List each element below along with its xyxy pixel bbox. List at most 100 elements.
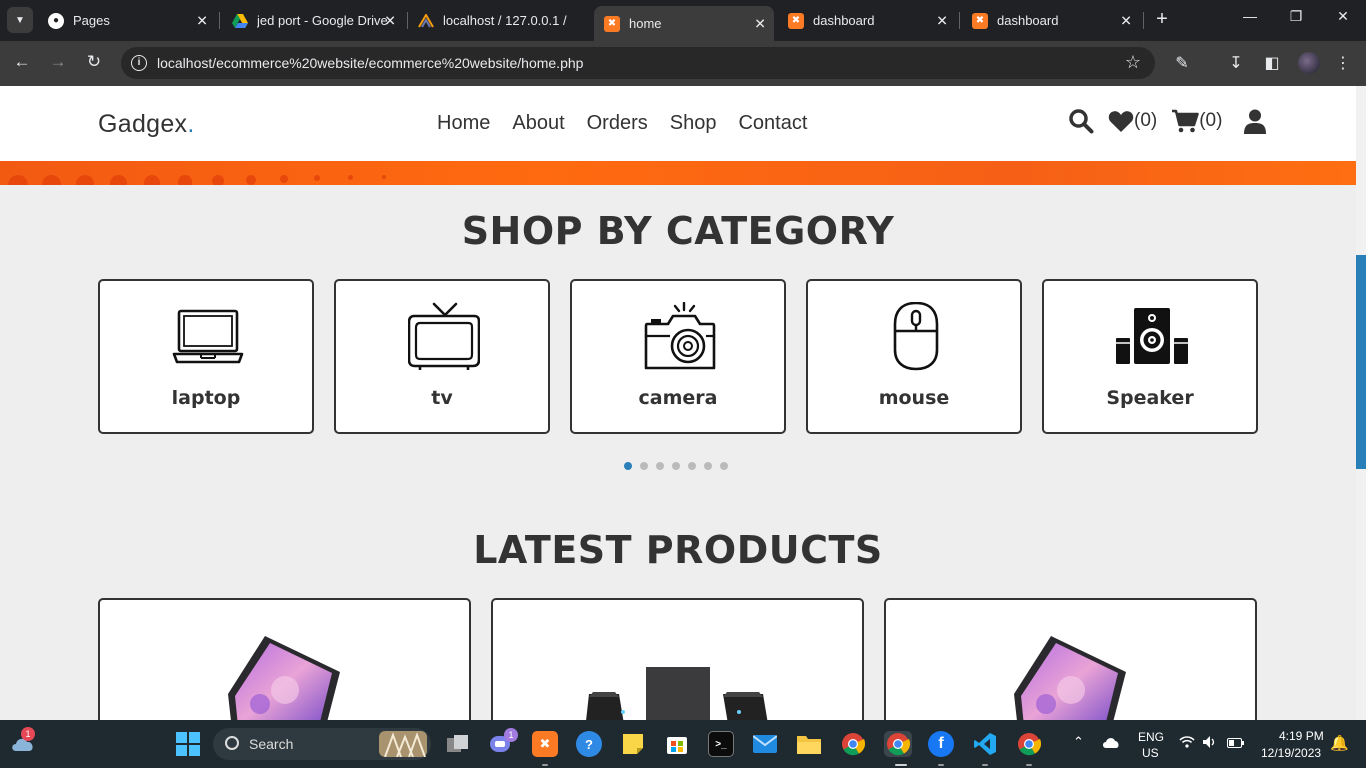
- close-icon[interactable]: ✕: [754, 15, 766, 32]
- tab-home[interactable]: ✖ home ✕: [594, 6, 774, 41]
- region-indicator[interactable]: US: [1142, 746, 1159, 760]
- category-card-mouse[interactable]: mouse: [806, 279, 1022, 434]
- reload-button[interactable]: ↻: [83, 52, 105, 72]
- nav-about[interactable]: About: [512, 112, 564, 135]
- forward-button[interactable]: →: [47, 52, 69, 72]
- site-logo[interactable]: Gadgex.: [98, 110, 195, 139]
- microsoft-store-icon[interactable]: [664, 731, 690, 757]
- wishlist-count: (0): [1134, 110, 1158, 131]
- tab-pages[interactable]: ● Pages ✕: [38, 6, 216, 35]
- category-section-title: SHOP BY CATEGORY: [461, 209, 895, 253]
- site-header: Gadgex. Home About Orders Shop Contact (…: [0, 86, 1356, 161]
- wifi-icon[interactable]: [1179, 736, 1195, 751]
- sticky-notes-icon[interactable]: [620, 731, 646, 757]
- mouse-icon: [893, 302, 939, 371]
- tab-dashboard[interactable]: ✖ dashboard ✕: [778, 6, 956, 35]
- extensions-icon[interactable]: ✎: [1172, 53, 1192, 73]
- nav-shop[interactable]: Shop: [670, 112, 717, 135]
- profile-avatar[interactable]: [1298, 52, 1320, 74]
- running-indicator: [1026, 764, 1032, 766]
- chevron-up-icon[interactable]: ⌃: [1073, 734, 1084, 750]
- phpmyadmin-icon: [418, 13, 434, 29]
- close-icon[interactable]: ✕: [936, 12, 948, 29]
- volume-icon[interactable]: [1202, 735, 1216, 752]
- category-card-laptop[interactable]: laptop: [98, 279, 314, 434]
- chrome-icon[interactable]: [840, 731, 866, 757]
- chrome-canary-icon[interactable]: [1016, 731, 1042, 757]
- category-card-speaker[interactable]: Speaker: [1042, 279, 1258, 434]
- nav-orders[interactable]: Orders: [587, 112, 648, 135]
- start-button[interactable]: [175, 731, 201, 757]
- tab-dashboard-2[interactable]: ✖ dashboard ✕: [962, 6, 1140, 35]
- slider-dot[interactable]: [704, 462, 712, 470]
- page-scrollbar[interactable]: [1356, 86, 1366, 720]
- category-name: tv: [431, 387, 453, 409]
- close-window-button[interactable]: ✕: [1333, 8, 1353, 25]
- chrome-profile-icon[interactable]: [884, 731, 912, 757]
- restore-button[interactable]: ❐: [1286, 8, 1306, 25]
- nav-home[interactable]: Home: [437, 112, 490, 135]
- facebook-icon[interactable]: f: [928, 731, 954, 757]
- user-icon[interactable]: [1244, 109, 1267, 134]
- download-icon[interactable]: ↧: [1226, 53, 1246, 73]
- category-card-camera[interactable]: camera: [570, 279, 786, 434]
- github-icon: ●: [48, 12, 64, 29]
- scrollbar-thumb[interactable]: [1356, 255, 1366, 469]
- tab-search-button[interactable]: ▼: [7, 7, 33, 33]
- minimize-button[interactable]: —: [1240, 8, 1260, 24]
- tab-phpmyadmin[interactable]: localhost / 127.0.0.1 /: [408, 6, 592, 35]
- speaker-icon: [1116, 308, 1188, 364]
- bookmark-star-icon[interactable]: ☆: [1125, 52, 1141, 73]
- back-button[interactable]: ←: [11, 52, 33, 72]
- language-indicator[interactable]: ENG: [1138, 730, 1164, 744]
- mail-icon[interactable]: [752, 731, 778, 757]
- search-icon[interactable]: [1068, 108, 1094, 134]
- clock-date[interactable]: 12/19/2023: [1261, 746, 1321, 760]
- get-help-icon[interactable]: ?: [576, 731, 602, 757]
- close-icon[interactable]: ✕: [196, 12, 208, 29]
- tab-title: Pages: [73, 13, 110, 28]
- close-icon[interactable]: ✕: [384, 12, 396, 29]
- slider-dot[interactable]: [672, 462, 680, 470]
- running-indicator: [938, 764, 944, 766]
- slider-dot[interactable]: [688, 462, 696, 470]
- slider-dot[interactable]: [720, 462, 728, 470]
- side-panel-icon[interactable]: ◧: [1262, 53, 1282, 73]
- slider-dot[interactable]: [640, 462, 648, 470]
- file-explorer-icon[interactable]: [796, 731, 822, 757]
- address-bar[interactable]: i localhost/ecommerce%20website/ecommerc…: [121, 47, 1155, 79]
- laptop-product-image: [228, 636, 340, 720]
- category-name: laptop: [171, 387, 241, 409]
- hero-banner-edge: [0, 161, 1356, 185]
- tab-google-drive[interactable]: jed port - Google Drive ✕: [222, 6, 404, 35]
- product-card[interactable]: [491, 598, 864, 720]
- xampp-icon[interactable]: ✖: [532, 731, 558, 757]
- slider-dot[interactable]: [624, 462, 632, 470]
- notification-bell-icon[interactable]: 🔔: [1330, 734, 1349, 752]
- site-info-icon[interactable]: i: [131, 55, 147, 71]
- task-view-icon[interactable]: [445, 731, 471, 757]
- wishlist-link[interactable]: (0): [1108, 110, 1157, 133]
- category-slider-pagination: [624, 462, 728, 470]
- teams-badge: 1: [504, 728, 518, 742]
- new-tab-button[interactable]: +: [1152, 9, 1172, 29]
- onedrive-icon[interactable]: [1102, 736, 1120, 751]
- slider-dot[interactable]: [656, 462, 664, 470]
- taskbar-search[interactable]: Search: [213, 728, 431, 760]
- header-icons: (0) (0): [1068, 108, 1267, 134]
- vscode-icon[interactable]: [972, 731, 998, 757]
- nav-contact[interactable]: Contact: [738, 112, 807, 135]
- cart-link[interactable]: (0): [1171, 109, 1222, 133]
- terminal-icon[interactable]: >_: [708, 731, 734, 757]
- url-text[interactable]: localhost/ecommerce%20website/ecommerce%…: [157, 55, 583, 71]
- product-card[interactable]: [884, 598, 1257, 720]
- xampp-icon: ✖: [604, 15, 620, 32]
- tab-separator: [219, 12, 220, 29]
- close-icon[interactable]: ✕: [1120, 12, 1132, 29]
- menu-kebab-icon[interactable]: ⋮: [1333, 53, 1353, 73]
- product-card[interactable]: [98, 598, 471, 720]
- battery-icon[interactable]: [1227, 737, 1244, 751]
- running-indicator: [542, 764, 548, 766]
- category-card-tv[interactable]: tv: [334, 279, 550, 434]
- clock-time[interactable]: 4:19 PM: [1279, 729, 1324, 743]
